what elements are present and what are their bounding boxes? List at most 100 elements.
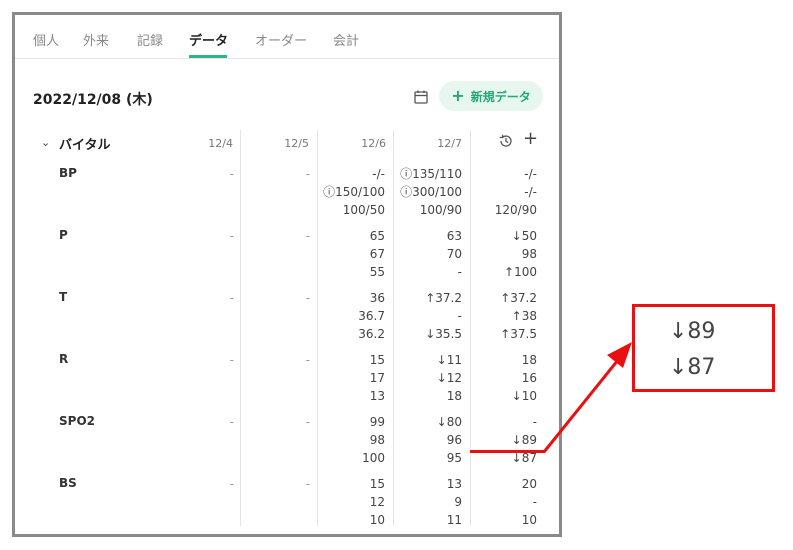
table-cell[interactable]: ⓘ135/110 ⓘ300/100 100/90 — [400, 165, 462, 219]
cell-value: 100 — [362, 451, 385, 465]
plus-icon: + — [451, 86, 465, 105]
table-cell[interactable]: - — [172, 227, 234, 245]
cell-value: ↑38 — [511, 309, 537, 323]
table-cell[interactable]: -/- -/- 120/90 — [475, 165, 537, 219]
table-cell[interactable]: 99 98 100 — [323, 413, 385, 467]
cell-value: 10 — [369, 513, 385, 527]
cell-value: 120/90 — [494, 203, 537, 217]
new-data-button[interactable]: + 新規データ — [439, 81, 543, 111]
column-divider — [317, 130, 318, 526]
cell-value: - — [457, 265, 462, 279]
active-tab-indicator — [189, 55, 227, 58]
table-cell[interactable]: -/- ⓘ150/100 100/50 — [323, 165, 385, 219]
table-cell[interactable]: ↓80 96 95 — [400, 413, 462, 467]
cell-value: 96 — [446, 433, 462, 447]
row-label: P — [59, 228, 68, 242]
cell-value: 17 — [369, 371, 385, 385]
column-divider — [240, 130, 241, 526]
cell-value: ↑37.2 — [425, 291, 462, 305]
table-cell[interactable]: ↑37.2 ↑38 ↑37.5 — [475, 289, 537, 343]
cell-value: ↑100 — [504, 265, 537, 279]
cell-value: ↓35.5 — [425, 327, 462, 341]
table-cell[interactable]: ↓50 98 ↑100 — [475, 227, 537, 281]
cell-value: ↓10 — [511, 389, 537, 403]
section-title-vitals: バイタル — [59, 138, 111, 153]
table-cell[interactable]: 15 12 10 — [323, 475, 385, 529]
cell-value: ↑37.5 — [500, 327, 537, 341]
cell-value: 20 — [521, 477, 537, 491]
tab-data[interactable]: データ — [189, 30, 228, 49]
tab-bar: 個人 外来 記録 データ オーダー 会計 — [15, 15, 559, 59]
table-cell[interactable]: - — [172, 165, 234, 183]
column-header-date: 12/4 — [208, 137, 233, 150]
tab-orders[interactable]: オーダー — [255, 30, 307, 49]
row-label: SPO2 — [59, 414, 95, 428]
cell-value: 98 — [521, 247, 537, 261]
cell-value: -/- — [524, 167, 537, 181]
cell-value: 13 — [446, 477, 462, 491]
tab-records[interactable]: 記録 — [137, 30, 163, 49]
cell-value: 13 — [369, 389, 385, 403]
tab-outpatient[interactable]: 外来 — [83, 30, 109, 49]
cell-value: - — [532, 415, 537, 429]
table-cell[interactable]: - — [172, 289, 234, 307]
calendar-icon[interactable] — [413, 89, 429, 105]
cell-value: 55 — [369, 265, 385, 279]
cell-value: 95 — [446, 451, 462, 465]
tab-personal[interactable]: 個人 — [33, 30, 59, 49]
row-label: R — [59, 352, 69, 366]
cell-value: 18 — [446, 389, 462, 403]
table-cell[interactable]: 13 9 11 — [400, 475, 462, 529]
table-cell[interactable]: 20 - 10 — [475, 475, 537, 529]
cell-value: ⓘ135/110 — [400, 167, 462, 181]
table-cell[interactable]: 15 17 13 — [323, 351, 385, 405]
table-cell[interactable]: - — [248, 227, 310, 245]
cell-value: 36 — [369, 291, 385, 305]
table-cell[interactable]: 18 16 ↓10 — [475, 351, 537, 405]
table-cell[interactable]: 65 67 55 — [323, 227, 385, 281]
table-cell[interactable]: 36 36.7 36.2 — [323, 289, 385, 343]
vitals-panel: 個人 外来 記録 データ オーダー 会計 2022/12/08 (木) + 新規… — [12, 12, 562, 537]
cell-value: 11 — [446, 513, 462, 527]
new-data-label: 新規データ — [470, 89, 531, 104]
table-cell[interactable]: - — [248, 351, 310, 369]
table-cell[interactable]: - — [248, 413, 310, 431]
table-cell[interactable]: - ↓89 ↓87 — [475, 413, 537, 467]
cell-value: 100/50 — [342, 203, 385, 217]
tab-billing[interactable]: 会計 — [333, 30, 359, 49]
table-cell[interactable]: - — [248, 289, 310, 307]
cell-value: ↓11 — [436, 353, 462, 367]
table-cell[interactable]: - — [172, 351, 234, 369]
column-divider — [393, 130, 394, 526]
chevron-down-icon[interactable]: ⌄ — [41, 136, 50, 149]
table-cell[interactable]: ↑37.2 - ↓35.5 — [400, 289, 462, 343]
cell-value: 16 — [521, 371, 537, 385]
cell-value: 100/90 — [419, 203, 462, 217]
cell-value: 98 — [369, 433, 385, 447]
history-icon[interactable] — [498, 133, 514, 149]
cell-value: 63 — [446, 229, 462, 243]
cell-value: 15 — [369, 477, 385, 491]
cell-value: 99 — [369, 415, 385, 429]
cell-value: 12 — [369, 495, 385, 509]
table-cell[interactable]: - — [248, 165, 310, 183]
add-column-icon[interactable]: + — [523, 130, 538, 148]
cell-value: 9 — [454, 495, 462, 509]
row-label: BS — [59, 476, 77, 490]
cell-value: ↓89 — [511, 433, 537, 447]
table-cell[interactable]: - — [172, 413, 234, 431]
table-cell[interactable]: - — [172, 475, 234, 493]
cell-value: ↓80 — [436, 415, 462, 429]
cell-value: -/- — [524, 185, 537, 199]
cell-value: 67 — [369, 247, 385, 261]
column-header-date: 12/7 — [437, 137, 462, 150]
table-cell[interactable]: - — [248, 475, 310, 493]
cell-value: -/- — [372, 167, 385, 181]
table-cell[interactable]: 63 70 - — [400, 227, 462, 281]
zoom-callout: ↓89 ↓87 — [632, 304, 775, 392]
table-cell[interactable]: ↓11 ↓12 18 — [400, 351, 462, 405]
cell-value: 36.2 — [358, 327, 385, 341]
cell-value: 36.7 — [358, 309, 385, 323]
cell-value: 15 — [369, 353, 385, 367]
current-date: 2022/12/08 (木) — [33, 92, 153, 108]
